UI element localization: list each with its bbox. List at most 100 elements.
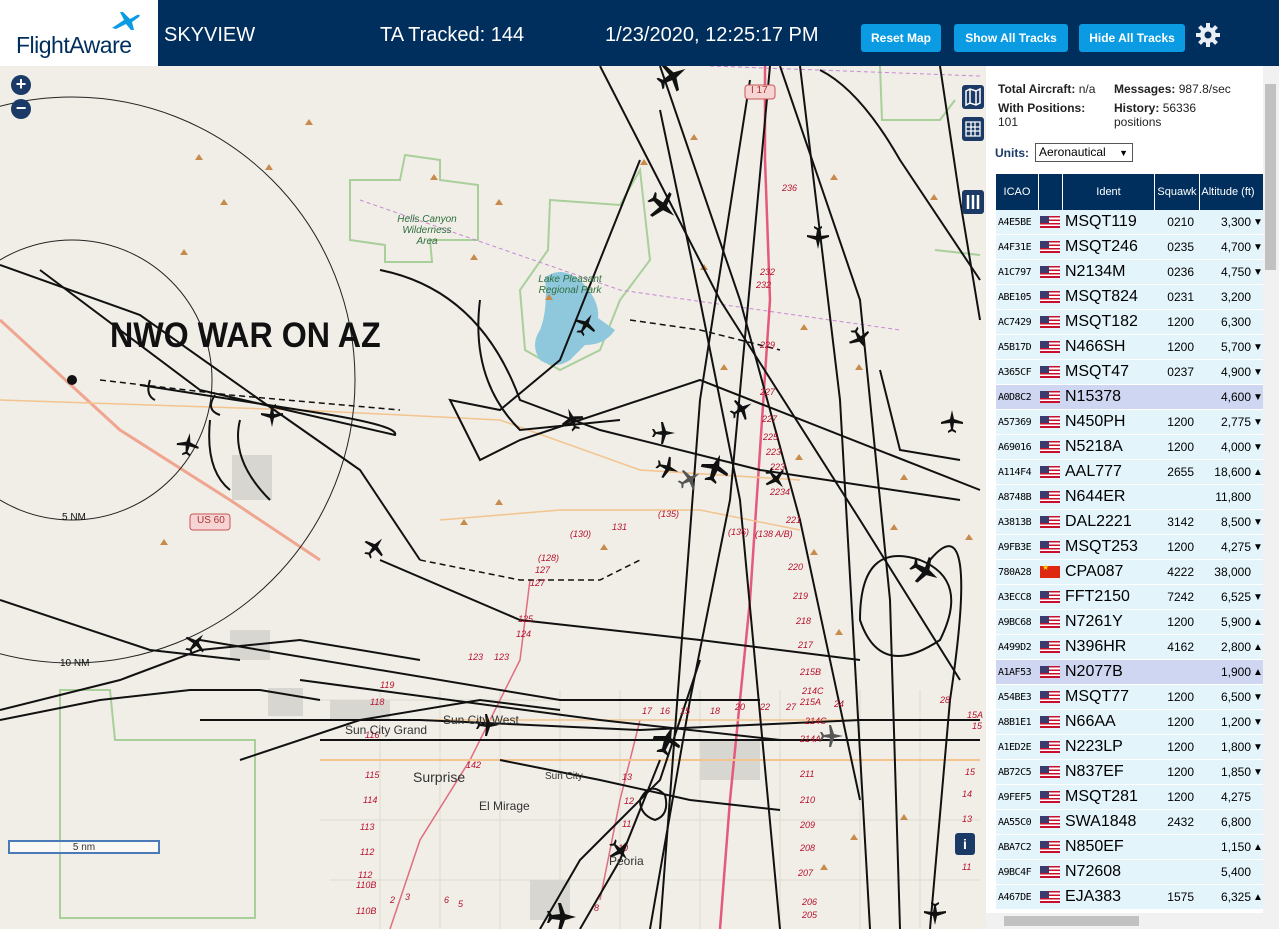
ident-cell: MSQT77 bbox=[1065, 688, 1130, 705]
table-row[interactable]: A8748B N644ER 11,800 bbox=[996, 485, 1264, 510]
ident-cell: N72608 bbox=[1065, 863, 1122, 880]
svg-text:232: 232 bbox=[755, 280, 771, 290]
zoom-out-button[interactable]: − bbox=[11, 99, 31, 119]
table-row[interactable]: A1AF53 N2077B 1,900 ▲ bbox=[996, 660, 1264, 685]
table-row[interactable]: A8B1E1 N66AA 1200 1,200 ▼ bbox=[996, 710, 1264, 735]
gear-icon[interactable] bbox=[1195, 22, 1221, 48]
squawk-cell: 1200 bbox=[1167, 790, 1194, 804]
table-row[interactable]: A5B17D N466SH 1200 5,700 ▼ bbox=[996, 335, 1264, 360]
map-canvas[interactable]: 232 232 229 227 227 225 223 223 2234 221 220 219… bbox=[0, 66, 986, 929]
icao-cell: A499D2 bbox=[998, 641, 1032, 653]
svg-text:211: 211 bbox=[799, 769, 814, 779]
units-dropdown[interactable]: Aeronautical bbox=[1035, 143, 1133, 162]
svg-text:114: 114 bbox=[363, 795, 377, 805]
zoom-in-button[interactable]: + bbox=[11, 75, 31, 95]
svg-text:236: 236 bbox=[781, 183, 797, 193]
svg-text:127: 127 bbox=[530, 578, 546, 588]
show-all-tracks-button[interactable]: Show All Tracks bbox=[954, 24, 1068, 52]
grid-icon bbox=[965, 121, 981, 137]
table-row[interactable]: A114F4 AAL777 2655 18,600 ▲ bbox=[996, 460, 1264, 485]
table-row[interactable]: A9FB3E MSQT253 1200 4,275 ▼ bbox=[996, 535, 1264, 560]
table-row[interactable]: AB72C5 N837EF 1200 1,850 ▼ bbox=[996, 760, 1264, 785]
table-row[interactable]: A3813B DAL2221 3142 8,500 ▼ bbox=[996, 510, 1264, 535]
icao-cell: A365CF bbox=[998, 366, 1032, 378]
svg-text:3: 3 bbox=[405, 892, 410, 902]
table-row[interactable]: A54BE3 MSQT77 1200 6,500 ▼ bbox=[996, 685, 1264, 710]
squawk-cell: 1575 bbox=[1167, 890, 1194, 904]
table-row[interactable]: A1ED2E N223LP 1200 1,800 ▼ bbox=[996, 735, 1264, 760]
altitude-cell: 3,200 bbox=[1220, 290, 1251, 304]
col-ident[interactable]: Ident bbox=[1063, 174, 1155, 210]
table-row[interactable]: AA55C0 SWA1848 2432 6,800 bbox=[996, 810, 1264, 835]
china-flag-icon bbox=[1040, 563, 1060, 578]
flightaware-logo[interactable]: FlightAware bbox=[0, 0, 160, 66]
table-row[interactable]: A0D8C2 N15378 4,600 ▼ bbox=[996, 385, 1264, 410]
table-row[interactable]: A4E5BE MSQT119 0210 3,300 ▼ bbox=[996, 210, 1264, 235]
table-row[interactable]: A4F31E MSQT246 0235 4,700 ▼ bbox=[996, 235, 1264, 260]
table-row[interactable]: A1C797 N2134M 0236 4,750 ▼ bbox=[996, 260, 1264, 285]
us-flag-icon bbox=[1040, 766, 1060, 778]
svg-text:210: 210 bbox=[799, 795, 815, 805]
altitude-cell: 4,600 bbox=[1220, 390, 1251, 404]
table-row[interactable]: A9BC4F N72608 5,400 bbox=[996, 860, 1264, 885]
col-icao[interactable]: ICAO bbox=[996, 174, 1039, 210]
label-hells-canyon: Hells Canyon Wilderness Area bbox=[397, 214, 457, 247]
svg-text:110B: 110B bbox=[356, 880, 376, 890]
svg-text:15: 15 bbox=[965, 767, 976, 777]
info-button[interactable]: i bbox=[955, 833, 975, 855]
columns-toggle-button[interactable] bbox=[962, 190, 984, 214]
flag-icon bbox=[1039, 591, 1063, 603]
vertical-scrollbar[interactable] bbox=[1263, 66, 1279, 929]
table-body: A4E5BE MSQT119 0210 3,300 ▼ A4F31E MSQT246 0235… bbox=[996, 210, 1264, 910]
col-flag[interactable] bbox=[1039, 174, 1063, 210]
svg-text:123: 123 bbox=[494, 652, 509, 662]
table-row[interactable]: A3ECC8 FFT2150 7242 6,525 ▼ bbox=[996, 585, 1264, 610]
svg-text:12: 12 bbox=[624, 796, 634, 806]
svg-text:15A: 15A bbox=[967, 710, 983, 720]
altitude-cell: 1,150 bbox=[1220, 840, 1251, 854]
squawk-cell: 0210 bbox=[1167, 215, 1194, 229]
svg-text:215A: 215A bbox=[799, 697, 821, 707]
grid-toggle-button[interactable] bbox=[962, 117, 984, 141]
flag-icon bbox=[1039, 491, 1063, 503]
squawk-cell: 1200 bbox=[1167, 540, 1194, 554]
table-row[interactable]: A499D2 N396HR 4162 2,800 ▲ bbox=[996, 635, 1264, 660]
table-row[interactable]: A9FEF5 MSQT281 1200 4,275 bbox=[996, 785, 1264, 810]
vertical-scroll-thumb[interactable] bbox=[1265, 84, 1276, 270]
label-sun-city-west: Sun City West bbox=[443, 713, 519, 727]
map-layers-button[interactable] bbox=[962, 85, 984, 109]
flag-icon bbox=[1039, 416, 1063, 428]
hide-all-tracks-button[interactable]: Hide All Tracks bbox=[1079, 24, 1185, 52]
us-flag-icon bbox=[1040, 791, 1060, 803]
svg-text:205: 205 bbox=[801, 910, 818, 920]
table-row[interactable]: A467DE EJA383 1575 6,325 ▲ bbox=[996, 885, 1264, 910]
col-squawk[interactable]: Squawk bbox=[1155, 174, 1200, 210]
col-altitude[interactable]: Altitude (ft) bbox=[1200, 174, 1256, 210]
svg-text:124: 124 bbox=[516, 629, 531, 639]
aircraft-table: ICAO Ident Squawk Altitude (ft) A4E5BE MS… bbox=[996, 174, 1264, 910]
svg-text:215B: 215B bbox=[799, 667, 821, 677]
svg-text:13: 13 bbox=[622, 772, 632, 782]
icao-cell: A54BE3 bbox=[998, 691, 1032, 703]
svg-text:214C: 214C bbox=[804, 716, 827, 726]
flag-icon bbox=[1039, 391, 1063, 403]
horizontal-scroll-thumb[interactable] bbox=[1004, 916, 1139, 926]
ident-cell: N2077B bbox=[1065, 663, 1123, 680]
horizontal-scrollbar[interactable] bbox=[986, 913, 1263, 929]
us-flag-icon bbox=[1040, 716, 1060, 728]
table-row[interactable]: A9BC68 N7261Y 1200 5,900 ▲ bbox=[996, 610, 1264, 635]
icao-cell: A9BC68 bbox=[998, 616, 1032, 628]
table-row[interactable]: ABA7C2 N850EF 1,150 ▲ bbox=[996, 835, 1264, 860]
table-row[interactable]: A365CF MSQT47 0237 4,900 ▼ bbox=[996, 360, 1264, 385]
us-flag-icon bbox=[1040, 516, 1060, 528]
table-row[interactable]: A69016 N5218A 1200 4,000 ▼ bbox=[996, 435, 1264, 460]
ident-cell: MSQT246 bbox=[1065, 238, 1138, 255]
svg-text:219: 219 bbox=[792, 591, 808, 601]
table-row[interactable]: 780A28 CPA087 4222 38,000 bbox=[996, 560, 1264, 585]
table-row[interactable]: A57369 N450PH 1200 2,775 ▼ bbox=[996, 410, 1264, 435]
ident-cell: N66AA bbox=[1065, 713, 1116, 730]
table-row[interactable]: AC7429 MSQT182 1200 6,300 bbox=[996, 310, 1264, 335]
table-row[interactable]: ABE105 MSQT824 0231 3,200 bbox=[996, 285, 1264, 310]
reset-map-button[interactable]: Reset Map bbox=[861, 24, 941, 52]
ident-cell: N850EF bbox=[1065, 838, 1124, 855]
